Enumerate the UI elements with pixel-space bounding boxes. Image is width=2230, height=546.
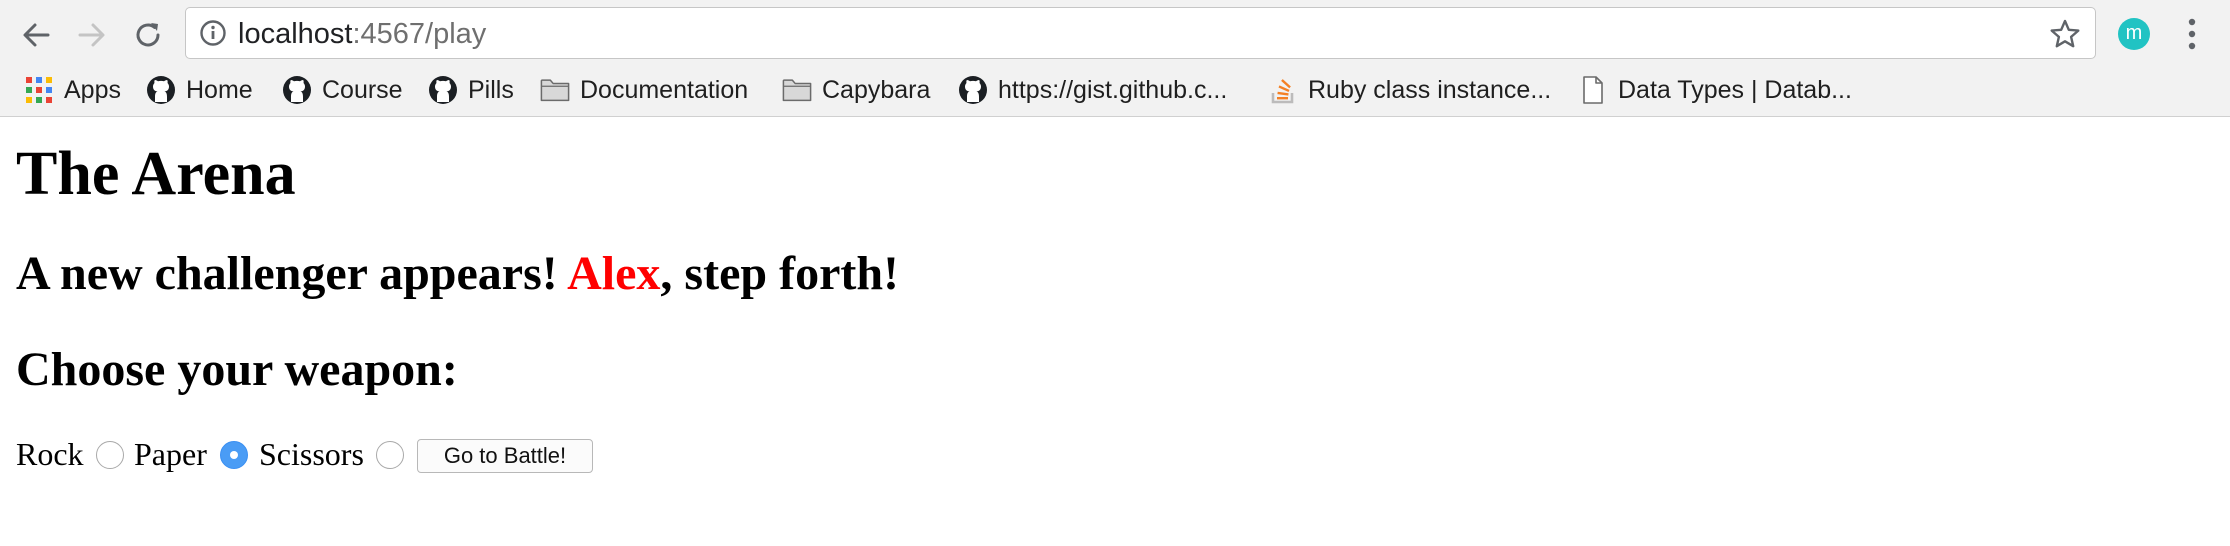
bookmark-label: Documentation xyxy=(580,75,749,104)
github-icon xyxy=(428,75,458,105)
weapon-label-paper: Paper xyxy=(134,436,207,472)
challenger-name: Alex xyxy=(567,247,661,300)
bookmark-capybara[interactable]: Capybara xyxy=(782,70,930,110)
apps-grid-icon xyxy=(24,75,54,105)
back-button[interactable] xyxy=(14,13,58,57)
github-icon xyxy=(146,75,176,105)
arrow-right-icon xyxy=(78,23,105,47)
challenger-announcement: A new challenger appears! Alex, step for… xyxy=(16,246,899,302)
reload-icon xyxy=(136,23,160,47)
bookmark-label: Data Types | Datab... xyxy=(1618,75,1852,104)
weapon-radio-scissors[interactable] xyxy=(376,441,404,469)
weapon-radio-paper[interactable] xyxy=(220,441,248,469)
challenger-prefix: A new challenger appears! xyxy=(16,247,568,300)
more-vert-icon[interactable] xyxy=(2178,14,2206,54)
folder-icon xyxy=(782,75,812,105)
bookmark-star-icon[interactable] xyxy=(2049,18,2081,50)
bookmark-ruby-class[interactable]: Ruby class instance... xyxy=(1268,70,1551,110)
page-title: The Arena xyxy=(16,140,296,208)
browser-toolbar: localhost:4567/play m Apps Home Course P… xyxy=(0,0,2230,117)
weapon-form: Rock Paper Scissors Go to Battle! xyxy=(16,432,816,476)
weapon-label-rock: Rock xyxy=(16,436,84,472)
bookmarks-bar: Apps Home Course Pills Documentation Cap… xyxy=(0,70,2230,110)
bookmark-documentation[interactable]: Documentation xyxy=(540,70,748,110)
profile-avatar[interactable]: m xyxy=(2118,18,2150,50)
info-icon[interactable] xyxy=(199,19,227,47)
bookmark-gist[interactable]: https://gist.github.c... xyxy=(958,70,1227,110)
bookmark-data-types[interactable]: Data Types | Datab... xyxy=(1578,70,1852,110)
stackoverflow-icon xyxy=(1268,75,1298,105)
bookmark-label: Ruby class instance... xyxy=(1308,75,1552,104)
url-host: localhost xyxy=(238,18,353,50)
bookmark-course[interactable]: Course xyxy=(282,70,403,110)
bookmark-apps[interactable]: Apps xyxy=(24,70,121,110)
bookmark-label: Capybara xyxy=(822,75,931,104)
arrow-left-icon xyxy=(23,23,50,47)
bookmark-label: https://gist.github.c... xyxy=(998,75,1228,104)
bookmark-label: Home xyxy=(186,75,253,104)
github-icon xyxy=(958,75,988,105)
bookmark-pills[interactable]: Pills xyxy=(428,70,514,110)
reload-button[interactable] xyxy=(126,13,170,57)
forward-button[interactable] xyxy=(70,13,114,57)
choose-weapon-heading: Choose your weapon: xyxy=(16,343,458,396)
address-bar[interactable]: localhost:4567/play xyxy=(185,7,2096,59)
bookmark-label: Course xyxy=(322,75,403,104)
github-icon xyxy=(282,75,312,105)
url-text[interactable]: localhost:4567/play xyxy=(238,17,486,51)
page-icon xyxy=(1578,75,1608,105)
folder-icon xyxy=(540,75,570,105)
bookmark-home[interactable]: Home xyxy=(146,70,253,110)
weapon-radio-rock[interactable] xyxy=(96,441,124,469)
challenger-suffix: , step forth! xyxy=(660,247,900,300)
url-path: :4567/play xyxy=(352,18,487,50)
bookmark-label: Pills xyxy=(468,75,514,104)
weapon-label-scissors: Scissors xyxy=(259,436,364,472)
bookmark-label: Apps xyxy=(64,75,121,104)
go-to-battle-button[interactable]: Go to Battle! xyxy=(417,439,593,473)
